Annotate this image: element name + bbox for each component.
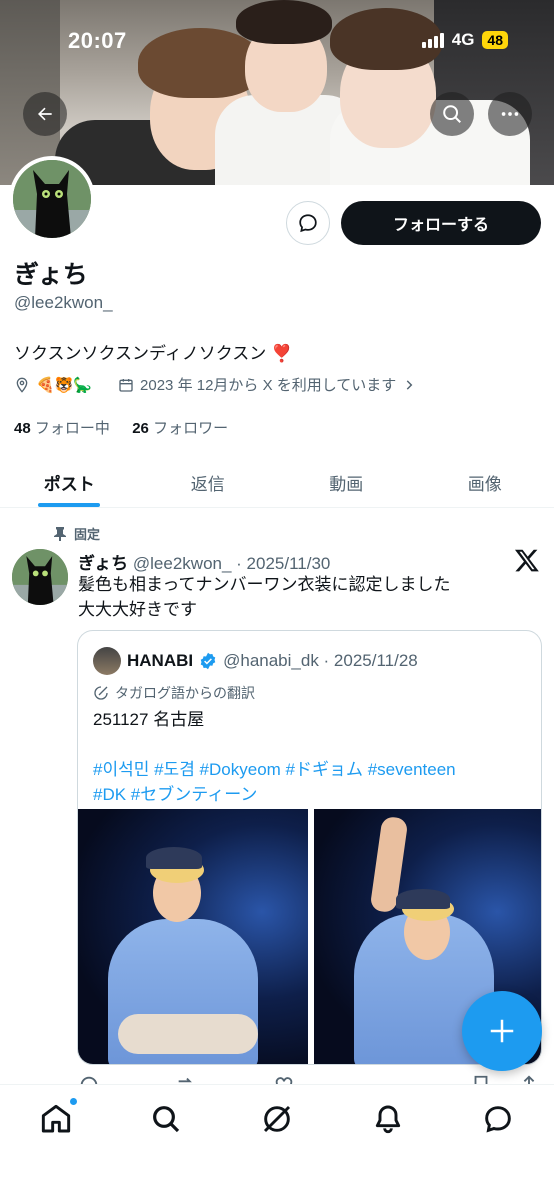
black-cat-image <box>12 549 68 605</box>
tab-replies[interactable]: 返信 <box>139 458 278 507</box>
profile-tabs: ポスト 返信 動画 画像 <box>0 458 554 508</box>
hashtags-line[interactable]: #이석민 #도겸 #Dokyeom #ドギョム #seventeen <box>93 757 533 782</box>
followers-count: 26 <box>132 420 149 437</box>
post-text-line: 髪色も相まってナンバーワン衣装に認定しました <box>78 575 451 594</box>
nav-grok[interactable] <box>257 1099 297 1139</box>
profile-avatar[interactable] <box>9 156 95 242</box>
signal-icon <box>421 32 444 48</box>
pinned-label: 固定 <box>74 527 101 542</box>
chevron-right-icon[interactable] <box>402 378 416 392</box>
quoted-text-line: 251127 名古屋 <box>93 710 205 729</box>
following-link[interactable]: 48 フォロー中 <box>14 420 110 437</box>
pinned-indicator: 固定 <box>54 524 100 543</box>
post-text-line: 大大大好きです <box>78 600 197 619</box>
post-author-name[interactable]: ぎょち <box>78 554 128 573</box>
translation-label: タガログ語からの翻訳 <box>115 685 255 701</box>
status-time: 20:07 <box>68 28 127 53</box>
search-button[interactable] <box>430 92 474 136</box>
nav-home[interactable] <box>36 1097 78 1139</box>
quoted-author-name[interactable]: HANABI <box>127 651 193 671</box>
media-photo[interactable] <box>78 809 308 1064</box>
calendar-icon <box>119 378 133 392</box>
post-author-avatar[interactable] <box>12 549 68 605</box>
profile-display-name: ぎょち <box>14 261 88 289</box>
tab-images[interactable]: 画像 <box>416 458 554 507</box>
more-horizontal-icon <box>501 112 519 116</box>
plus-icon <box>490 1019 514 1043</box>
search-icon <box>443 105 461 123</box>
followers-label: フォロワー <box>153 420 229 437</box>
message-bubble-icon <box>299 214 317 233</box>
home-icon <box>41 1104 71 1133</box>
compose-post-button[interactable] <box>462 991 542 1071</box>
status-indicators: 4G 48 <box>421 30 508 50</box>
quoted-post[interactable]: HANABI @hanabi_dk · 2025/11/28 タガログ語からの翻… <box>77 630 542 1065</box>
battery-icon: 48 <box>482 31 508 49</box>
nav-search[interactable] <box>146 1099 186 1139</box>
message-button[interactable] <box>286 201 330 245</box>
arrow-left-icon <box>38 107 52 121</box>
follow-button[interactable]: フォローする <box>341 201 541 245</box>
profile-handle: @lee2kwon_ <box>14 293 113 312</box>
translate-icon <box>94 686 108 700</box>
quoted-post-text: 251127 名古屋 #이석민 #도겸 #Dokyeom #ドギョム #seve… <box>93 707 533 807</box>
tab-posts[interactable]: ポスト <box>0 458 139 507</box>
search-icon <box>153 1106 180 1133</box>
nav-notifications[interactable] <box>368 1099 408 1139</box>
joined-date: 2023 年 12月から X を利用しています <box>140 377 397 394</box>
notification-dot <box>69 1097 78 1106</box>
network-label: 4G <box>451 30 475 49</box>
following-count: 48 <box>14 420 31 437</box>
following-label: フォロー中 <box>34 420 110 437</box>
pin-icon <box>54 526 66 541</box>
profile-meta: 🍕🐯🦕 2023 年 12月から X を利用しています <box>14 374 416 395</box>
translation-notice[interactable]: タガログ語からの翻訳 <box>93 683 255 703</box>
hashtags-line[interactable]: #DK #セブンティーン <box>93 782 533 807</box>
location-text: 🍕🐯🦕 <box>36 376 93 394</box>
messages-icon <box>485 1106 511 1133</box>
location-icon <box>16 377 28 393</box>
black-cat-image <box>13 160 91 238</box>
nav-messages[interactable] <box>478 1099 518 1139</box>
more-button[interactable] <box>488 92 532 136</box>
post-text: 髪色も相まってナンバーワン衣装に認定しました 大大大好きです <box>78 572 498 622</box>
verified-badge-icon <box>200 652 216 670</box>
post-author-handle-date: @lee2kwon_ · 2025/11/30 <box>132 554 331 573</box>
followers-link[interactable]: 26 フォロワー <box>132 420 228 437</box>
quoted-author-avatar[interactable] <box>93 647 121 675</box>
quoted-post-header: HANABI @hanabi_dk · 2025/11/28 <box>93 647 418 675</box>
banner-figure <box>236 0 332 44</box>
notifications-bell-icon <box>375 1105 401 1134</box>
quoted-author-handle-date: @hanabi_dk · 2025/11/28 <box>223 651 418 670</box>
x-logo-icon <box>514 549 539 572</box>
grok-icon <box>263 1105 291 1133</box>
back-button[interactable] <box>23 92 67 136</box>
follow-stats: 48 フォロー中 26 フォロワー <box>14 417 228 438</box>
profile-bio: ソクスンソクスンディノソクスン ❣️ <box>14 344 293 363</box>
post-header: ぎょち @lee2kwon_ · 2025/11/30 <box>78 549 330 574</box>
tab-videos[interactable]: 動画 <box>277 458 416 507</box>
bottom-navigation <box>0 1084 554 1200</box>
